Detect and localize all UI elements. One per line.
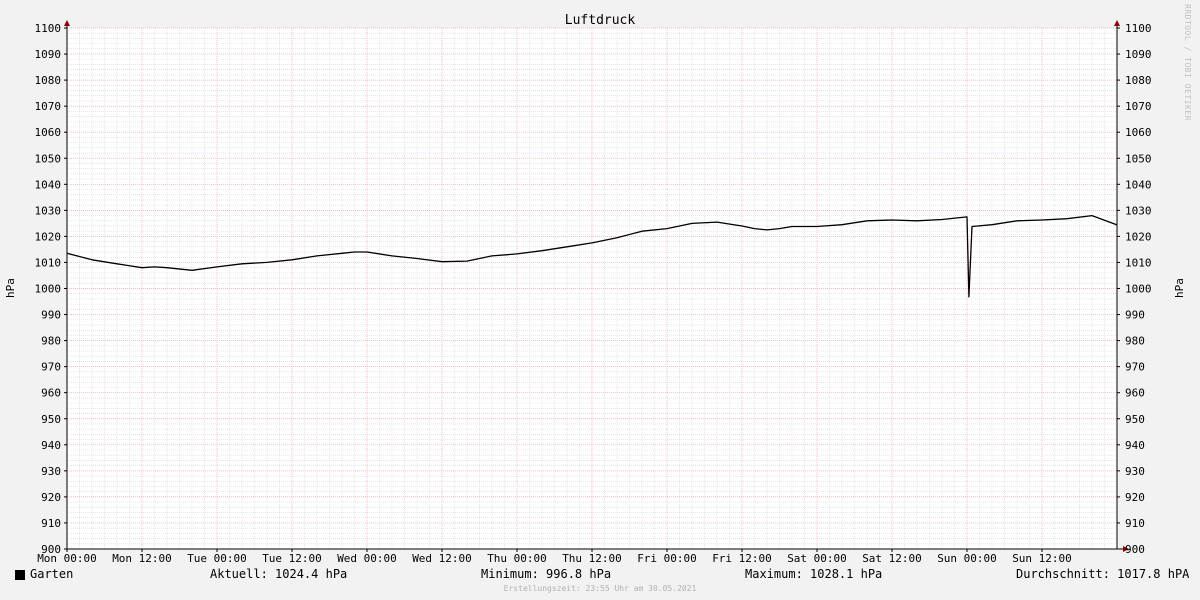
y-tick-label-right: 930 [1125,465,1145,478]
x-tick-label: Fri 12:00 [712,552,772,565]
x-tick-label: Mon 12:00 [112,552,172,565]
y-tick-label-left: 910 [41,517,61,530]
watermark: RRDTOOL / TOBI OETIKER [1183,4,1192,121]
y-axis-right-arrow-icon [1114,20,1120,26]
y-tick-label-left: 970 [41,361,61,374]
y-tick-label-right: 900 [1125,543,1145,556]
x-tick-label: Sun 00:00 [937,552,997,565]
y-tick-label-right: 1060 [1125,126,1152,139]
y-tick-label-right: 970 [1125,361,1145,374]
y-tick-label-right: 910 [1125,517,1145,530]
y-tick-label-left: 1000 [35,283,62,296]
chart-title: Luftdruck [565,13,636,28]
x-tick-label: Sun 12:00 [1012,552,1072,565]
legend-durchschnitt: Durchschnitt: 1017.8 hPA [1016,567,1190,581]
x-tick-label: Tue 12:00 [262,552,322,565]
y-tick-label-left: 1030 [35,204,62,217]
x-tick-label: Wed 00:00 [337,552,397,565]
x-tick-label: Fri 00:00 [637,552,697,565]
y-axis-label-right: hPa [1173,278,1186,298]
y-tick-label-right: 1020 [1125,230,1152,243]
legend-series-name: Garten [30,567,74,581]
y-tick-label-left: 1070 [35,100,62,113]
y-tick-label-right: 1030 [1125,204,1152,217]
y-tick-label-left: 1100 [35,22,62,35]
y-tick-label-right: 1090 [1125,48,1152,61]
y-tick-label-left: 950 [41,413,61,426]
y-tick-label-right: 1040 [1125,178,1152,191]
y-tick-label-right: 1100 [1125,22,1152,35]
chart: 900 910 920 930 940 950 960 970 980 990 1000 1010 10… [4,13,1186,565]
y-tick-label-right: 1000 [1125,283,1152,296]
y-tick-label-left: 920 [41,491,61,504]
y-tick-label-left: 1050 [35,152,62,165]
x-axis-labels: Mon 00:00 Mon 12:00 Tue 00:00 Tue 12:00 Wed … [37,552,1072,565]
y-axis-left-arrow-icon [64,20,70,26]
legend-aktuell: Aktuell: 1024.4 hPa [210,567,348,581]
y-axis-right-labels: 900 910 920 930 940 950 960 970 980 990 1000 1010 10… [1125,22,1152,556]
x-tick-label: Thu 00:00 [487,552,547,565]
y-tick-label-right: 1070 [1125,100,1152,113]
y-tick-label-left: 1080 [35,74,62,87]
y-tick-label-right: 960 [1125,387,1145,400]
x-tick-label: Sat 12:00 [862,552,922,565]
y-axis-label-left: hPa [4,278,17,298]
chart-canvas: 900 910 920 930 940 950 960 970 980 990 1000 1010 10… [0,0,1200,600]
y-tick-label-right: 940 [1125,439,1145,452]
x-tick-label: Mon 00:00 [37,552,97,565]
y-tick-label-left: 940 [41,439,61,452]
y-tick-label-right: 990 [1125,309,1145,322]
y-tick-label-left: 960 [41,387,61,400]
y-tick-label-left: 1060 [35,126,62,139]
y-tick-label-left: 1020 [35,230,62,243]
y-axis-left-labels: 9009109209309409509609709809901000101010… [35,22,62,556]
creation-time-footer: Erstellungszeit: 23:55 Uhr am 30.05.2021 [503,584,697,593]
x-tick-label: Tue 00:00 [187,552,247,565]
y-tick-label-left: 1090 [35,48,62,61]
x-tick-label: Thu 12:00 [562,552,622,565]
y-tick-label-left: 930 [41,465,61,478]
y-tick-label-left: 1040 [35,178,62,191]
y-tick-label-right: 950 [1125,413,1145,426]
x-tick-label: Wed 12:00 [412,552,472,565]
legend: Garten Aktuell: 1024.4 hPa Minimum: 996.… [0,566,1200,584]
x-tick-label: Sat 00:00 [787,552,847,565]
y-tick-label-left: 990 [41,309,61,322]
y-tick-label-right: 1080 [1125,74,1152,87]
legend-minimum: Minimum: 996.8 hPa [481,567,612,581]
legend-swatch [15,570,25,580]
y-tick-label-right: 920 [1125,491,1145,504]
y-tick-label-left: 1010 [35,256,62,269]
y-tick-label-right: 980 [1125,335,1145,348]
y-tick-label-right: 1050 [1125,152,1152,165]
legend-maximum: Maximum: 1028.1 hPa [745,567,883,581]
y-tick-label-right: 1010 [1125,256,1152,269]
y-tick-label-left: 980 [41,335,61,348]
